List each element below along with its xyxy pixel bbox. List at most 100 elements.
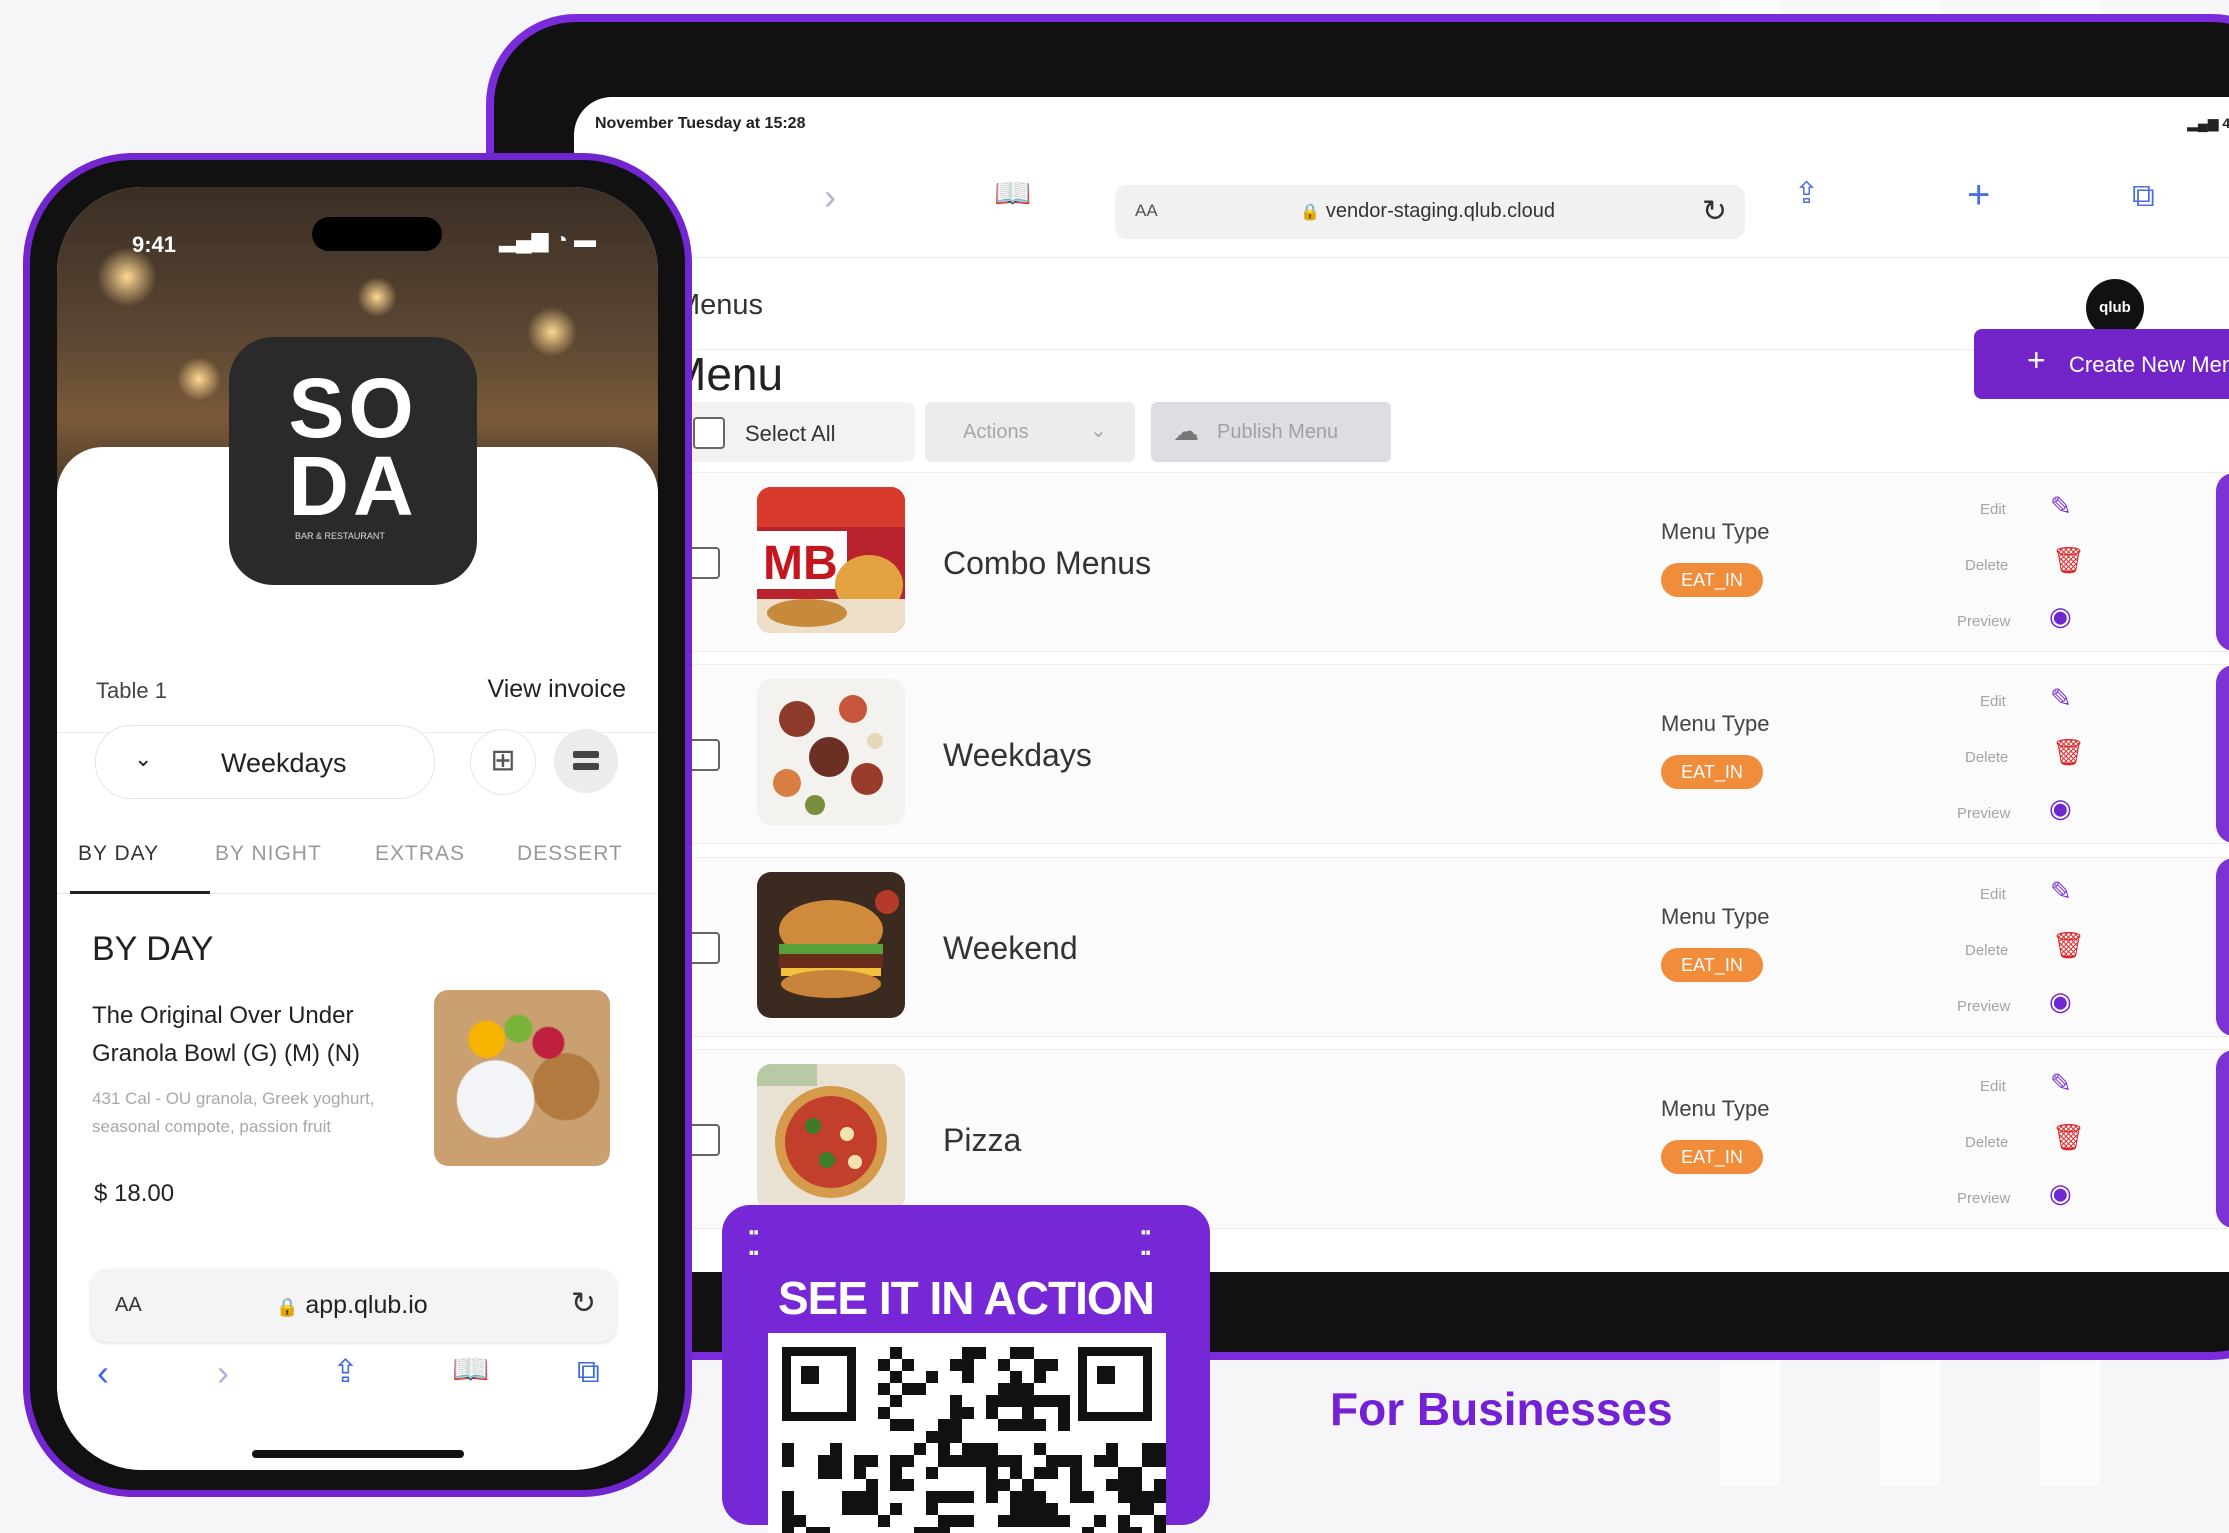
- tabs-icon[interactable]: ⧉: [577, 1355, 600, 1387]
- row-checkbox[interactable]: [688, 932, 720, 964]
- pencil-icon[interactable]: ✎: [2050, 1070, 2072, 1096]
- qr-module: [1010, 1395, 1022, 1407]
- qr-module: [1118, 1527, 1130, 1533]
- qr-module: [1130, 1527, 1142, 1533]
- select-all-checkbox[interactable]: [693, 417, 725, 449]
- phone-address-bar[interactable]: AA 🔒 app.qlub.io ↻: [91, 1270, 616, 1342]
- qr-module: [926, 1431, 938, 1443]
- menu-type-badge: EAT_IN: [1661, 563, 1763, 597]
- qr-module: [998, 1395, 1010, 1407]
- menu-selector-value: Weekdays: [221, 748, 347, 778]
- qr-module: [902, 1455, 914, 1467]
- eye-icon[interactable]: ◉: [2049, 795, 2072, 821]
- text-size-button[interactable]: AA: [1135, 201, 1158, 221]
- address-text: 🔒 app.qlub.io: [276, 1291, 428, 1320]
- qr-module: [1058, 1419, 1070, 1431]
- row-checkbox[interactable]: [688, 547, 720, 579]
- share-icon[interactable]: ⇪: [332, 1355, 359, 1387]
- qr-module: [842, 1491, 854, 1503]
- drag-handle[interactable]: ⁞⁞: [2216, 473, 2229, 651]
- new-tab-icon[interactable]: +: [1967, 175, 1990, 215]
- category-tabs: BY DAY BY NIGHT EXTRAS DESSERT: [57, 827, 658, 894]
- menu-row[interactable]: Pizza Menu Type EAT_IN Edit ✎ Delete 🗑 P…: [666, 1049, 2229, 1229]
- drag-handle[interactable]: ⁞⁞: [2216, 665, 2229, 843]
- qr-module: [1010, 1467, 1022, 1479]
- qr-module: [1130, 1479, 1142, 1491]
- eye-icon[interactable]: ◉: [2049, 988, 2072, 1014]
- row-checkbox[interactable]: [688, 739, 720, 771]
- item-image[interactable]: [434, 990, 610, 1166]
- qr-module: [1034, 1419, 1046, 1431]
- menu-row[interactable]: MB Combo Menus Menu Type EAT_IN Edit ✎ D…: [666, 472, 2229, 652]
- qr-module: [854, 1455, 866, 1467]
- qr-module: [818, 1455, 830, 1467]
- grid-view-button[interactable]: ⊞: [470, 729, 536, 795]
- qr-module: [986, 1407, 998, 1419]
- back-icon[interactable]: ‹: [97, 1355, 109, 1391]
- forward-icon[interactable]: ›: [824, 179, 836, 215]
- share-icon[interactable]: ⇪: [1794, 179, 1819, 209]
- address-url: app.qlub.io: [305, 1291, 428, 1319]
- qr-module: [1070, 1479, 1082, 1491]
- qr-module: [890, 1347, 902, 1359]
- qr-module: [974, 1347, 986, 1359]
- menu-selector[interactable]: ⌄ Weekdays: [95, 725, 435, 799]
- tab-by-day[interactable]: BY DAY: [78, 842, 159, 866]
- row-checkbox[interactable]: [688, 1124, 720, 1156]
- qr-module: [950, 1491, 962, 1503]
- qr-promo-card[interactable]: ⁚⁚ ⁚⁚ SEE IT IN ACTION: [722, 1205, 1210, 1533]
- qr-module: [806, 1527, 818, 1533]
- qr-module: [938, 1527, 950, 1533]
- tabs-icon[interactable]: ⧉: [2132, 179, 2155, 211]
- trash-icon[interactable]: 🗑: [2052, 739, 2085, 765]
- qr-module: [974, 1443, 986, 1455]
- bookmarks-icon[interactable]: 📖: [452, 1355, 489, 1385]
- qr-module: [1154, 1455, 1166, 1467]
- pencil-icon[interactable]: ✎: [2050, 878, 2072, 904]
- trash-icon[interactable]: 🗑: [2052, 1124, 2085, 1150]
- preview-label: Preview: [1957, 998, 2011, 1015]
- qr-code[interactable]: [768, 1333, 1166, 1533]
- reload-icon[interactable]: ↻: [571, 1286, 596, 1321]
- view-invoice-link[interactable]: View invoice: [487, 675, 626, 704]
- tablet-network-indicator: ▂▄▆ 4G ▬: [2187, 115, 2229, 132]
- eye-icon[interactable]: ◉: [2049, 1180, 2072, 1206]
- menu-type-label: Menu Type: [1661, 1096, 1770, 1121]
- qr-module: [1094, 1455, 1106, 1467]
- publish-menu-button[interactable]: ☁ Publish Menu: [1151, 402, 1391, 462]
- qr-module: [1106, 1443, 1118, 1455]
- list-view-button[interactable]: [554, 729, 618, 793]
- qr-module: [986, 1455, 998, 1467]
- drag-handle[interactable]: ⁞⁞: [2216, 1050, 2229, 1228]
- trash-icon[interactable]: 🗑: [2052, 932, 2085, 958]
- tab-by-night[interactable]: BY NIGHT: [215, 842, 322, 866]
- create-new-menu-button[interactable]: + Create New Menu: [1974, 329, 2229, 399]
- qr-card-title: SEE IT IN ACTION: [778, 1272, 1155, 1324]
- tab-extras[interactable]: EXTRAS: [375, 842, 465, 866]
- qr-module: [1094, 1515, 1106, 1527]
- pencil-icon[interactable]: ✎: [2050, 493, 2072, 519]
- actions-dropdown[interactable]: Actions ⌄: [925, 402, 1135, 462]
- pencil-icon[interactable]: ✎: [2050, 685, 2072, 711]
- trash-icon[interactable]: 🗑: [2052, 547, 2085, 573]
- qr-module: [926, 1371, 938, 1383]
- qr-module: [938, 1515, 950, 1527]
- eye-icon[interactable]: ◉: [2049, 603, 2072, 629]
- menu-row[interactable]: Weekend Menu Type EAT_IN Edit ✎ Delete 🗑…: [666, 857, 2229, 1037]
- tab-dessert[interactable]: DESSERT: [517, 842, 623, 866]
- qr-module: [1130, 1467, 1142, 1479]
- menu-type-label: Menu Type: [1661, 519, 1770, 544]
- forward-icon[interactable]: ›: [217, 1355, 229, 1391]
- qr-finder-pattern: [782, 1347, 856, 1421]
- tablet-address-bar[interactable]: AA 🔒 vendor-staging.qlub.cloud ↻: [1115, 185, 1745, 239]
- select-all-control[interactable]: Select All: [669, 402, 915, 462]
- qr-module: [1046, 1503, 1058, 1515]
- text-size-button[interactable]: AA: [115, 1294, 142, 1317]
- qr-module: [1010, 1419, 1022, 1431]
- drag-handle[interactable]: ⁞⁞: [2216, 858, 2229, 1036]
- bookmarks-icon[interactable]: 📖: [994, 179, 1031, 209]
- qr-module: [890, 1479, 902, 1491]
- reload-icon[interactable]: ↻: [1702, 194, 1727, 229]
- item-name[interactable]: The Original Over Under Granola Bowl (G)…: [92, 997, 422, 1073]
- menu-row[interactable]: Weekdays Menu Type EAT_IN Edit ✎ Delete …: [666, 664, 2229, 844]
